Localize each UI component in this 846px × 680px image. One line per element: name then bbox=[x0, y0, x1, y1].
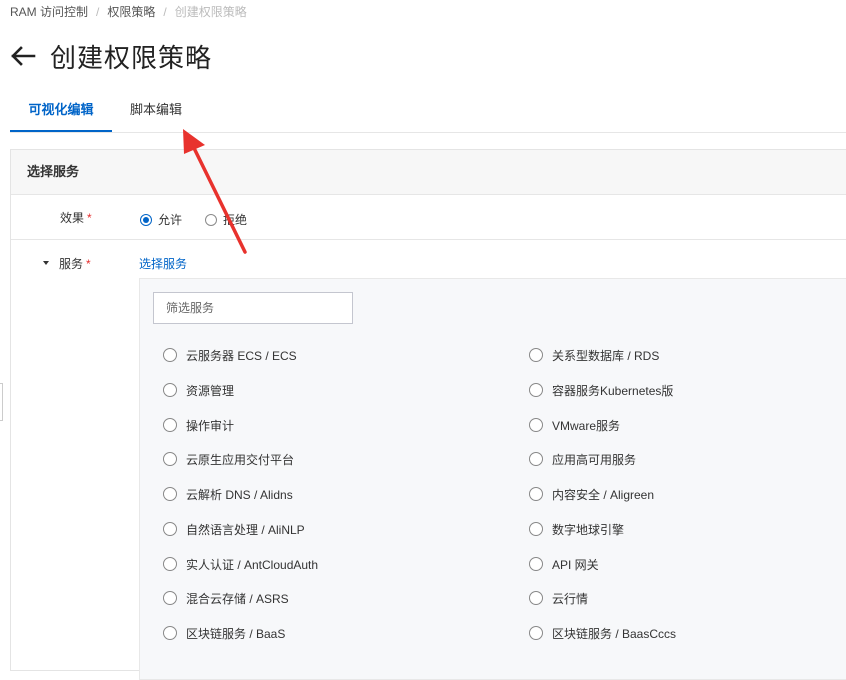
service-option[interactable]: 云服务器 ECS / ECS bbox=[163, 347, 297, 363]
effect-label: 效果 * bbox=[60, 209, 92, 226]
service-option-label: 关系型数据库 / RDS bbox=[552, 348, 660, 363]
arrow-left-icon[interactable] bbox=[10, 45, 36, 67]
service-option[interactable]: 关系型数据库 / RDS bbox=[529, 347, 659, 363]
radio-unchecked-icon[interactable] bbox=[163, 591, 177, 605]
radio-unchecked-icon[interactable] bbox=[205, 213, 217, 226]
service-option[interactable]: 区块链服务 / BaaS bbox=[163, 625, 285, 641]
radio-unchecked-icon[interactable] bbox=[163, 557, 177, 571]
side-collapse-handle[interactable] bbox=[0, 383, 3, 421]
select-service-panel: 选择服务 效果* 允许 拒绝 服务* 选择服务 云服务器 ECS / ECS 资… bbox=[10, 149, 846, 680]
panel-title: 选择服务 bbox=[11, 150, 846, 195]
radio-unchecked-icon[interactable] bbox=[529, 383, 543, 397]
required-mark: * bbox=[86, 257, 91, 271]
tab-visual-edit[interactable]: 可视化编辑 bbox=[10, 88, 112, 132]
service-list-box: 云服务器 ECS / ECS 资源管理 操作审计 云原生应用交付平台 云解析 D… bbox=[139, 278, 846, 680]
radio-unchecked-icon[interactable] bbox=[163, 452, 177, 466]
effect-label-text: 效果 bbox=[60, 211, 85, 225]
radio-unchecked-icon[interactable] bbox=[529, 452, 543, 466]
service-option[interactable]: 数字地球引擎 bbox=[529, 521, 624, 537]
filter-service-input[interactable] bbox=[153, 292, 353, 324]
service-option-label: 自然语言处理 / AliNLP bbox=[186, 522, 305, 537]
service-option-label: 内容安全 / Aligreen bbox=[552, 487, 655, 502]
service-option-label: 资源管理 bbox=[186, 383, 235, 398]
breadcrumb-separator: / bbox=[96, 5, 100, 19]
radio-unchecked-icon[interactable] bbox=[529, 626, 543, 640]
radio-unchecked-icon[interactable] bbox=[529, 348, 543, 362]
caret-down-icon[interactable] bbox=[43, 261, 49, 265]
radio-unchecked-icon[interactable] bbox=[529, 522, 543, 536]
radio-unchecked-icon[interactable] bbox=[163, 383, 177, 397]
service-option[interactable]: 资源管理 bbox=[163, 382, 234, 398]
effect-allow-label: 允许 bbox=[158, 213, 183, 227]
service-option[interactable]: 云原生应用交付平台 bbox=[163, 451, 294, 467]
page-title: 创建权限策略 bbox=[50, 42, 213, 73]
service-option[interactable]: 容器服务Kubernetes版 bbox=[529, 382, 673, 398]
service-option[interactable]: 应用高可用服务 bbox=[529, 451, 636, 467]
radio-unchecked-icon[interactable] bbox=[163, 487, 177, 501]
page-header: 创建权限策略 bbox=[10, 38, 212, 74]
radio-unchecked-icon[interactable] bbox=[529, 557, 543, 571]
radio-checked-icon[interactable] bbox=[140, 213, 152, 226]
radio-unchecked-icon[interactable] bbox=[529, 591, 543, 605]
service-option[interactable]: 自然语言处理 / AliNLP bbox=[163, 521, 305, 537]
service-option[interactable]: VMware服务 bbox=[529, 417, 620, 433]
service-option[interactable]: 操作审计 bbox=[163, 417, 234, 433]
service-option-label: 实人认证 / AntCloudAuth bbox=[186, 557, 319, 572]
breadcrumb-item-policies[interactable]: 权限策略 bbox=[107, 5, 155, 19]
required-mark: * bbox=[87, 211, 92, 225]
service-option[interactable]: 实人认证 / AntCloudAuth bbox=[163, 556, 318, 572]
breadcrumb-current: 创建权限策略 bbox=[174, 5, 247, 19]
radio-unchecked-icon[interactable] bbox=[163, 522, 177, 536]
service-label: 服务 * bbox=[59, 255, 91, 272]
service-option-label: 区块链服务 / BaaS bbox=[186, 626, 286, 641]
breadcrumb: RAM 访问控制 / 权限策略 / 创建权限策略 bbox=[10, 3, 247, 20]
effect-row: 效果 * 允许 拒绝 bbox=[11, 195, 846, 240]
service-option-label: 云服务器 ECS / ECS bbox=[186, 348, 297, 363]
service-option[interactable]: 混合云存储 / ASRS bbox=[163, 590, 289, 606]
service-option-label: VMware服务 bbox=[552, 418, 621, 433]
service-option-label: 数字地球引擎 bbox=[552, 522, 625, 537]
radio-unchecked-icon[interactable] bbox=[163, 348, 177, 362]
editor-tabs: 可视化编辑 脚本编辑 bbox=[10, 88, 846, 133]
service-label-text: 服务 bbox=[59, 257, 84, 271]
radio-unchecked-icon[interactable] bbox=[163, 626, 177, 640]
service-option-label: 混合云存储 / ASRS bbox=[186, 591, 289, 606]
service-option[interactable]: API 网关 bbox=[529, 556, 599, 572]
tab-script-edit[interactable]: 脚本编辑 bbox=[118, 88, 194, 132]
radio-unchecked-icon[interactable] bbox=[529, 418, 543, 432]
service-option-label: 云行情 bbox=[552, 591, 589, 606]
service-option[interactable]: 区块链服务 / BaasCccs bbox=[529, 625, 676, 641]
service-option-label: 操作审计 bbox=[186, 418, 235, 433]
service-option-label: API 网关 bbox=[552, 557, 599, 572]
radio-unchecked-icon[interactable] bbox=[529, 487, 543, 501]
effect-deny-label: 拒绝 bbox=[223, 213, 248, 227]
service-option-label: 容器服务Kubernetes版 bbox=[552, 383, 674, 398]
effect-deny-option[interactable]: 拒绝 bbox=[205, 211, 247, 228]
service-option[interactable]: 内容安全 / Aligreen bbox=[529, 486, 654, 502]
breadcrumb-separator: / bbox=[163, 5, 167, 19]
service-option-label: 云解析 DNS / Alidns bbox=[186, 487, 293, 502]
service-option[interactable]: 云行情 bbox=[529, 590, 588, 606]
service-option-label: 云原生应用交付平台 bbox=[186, 452, 295, 467]
select-service-link[interactable]: 选择服务 bbox=[139, 255, 187, 272]
radio-unchecked-icon[interactable] bbox=[163, 418, 177, 432]
effect-allow-option[interactable]: 允许 bbox=[140, 211, 182, 228]
service-option-label: 区块链服务 / BaasCccs bbox=[552, 626, 677, 641]
breadcrumb-item-ram[interactable]: RAM 访问控制 bbox=[10, 5, 88, 19]
service-option[interactable]: 云解析 DNS / Alidns bbox=[163, 486, 293, 502]
service-option-label: 应用高可用服务 bbox=[552, 452, 637, 467]
